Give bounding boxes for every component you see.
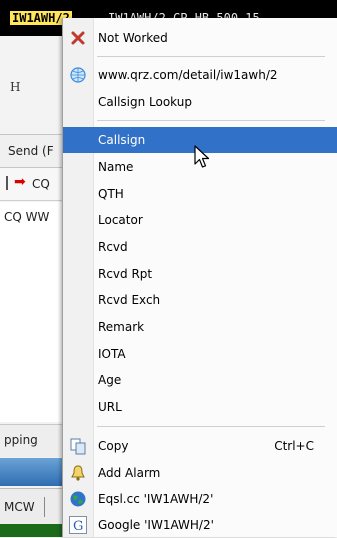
menu-item-locator[interactable]: Locator: [63, 207, 337, 233]
menu-separator: [97, 426, 325, 427]
copy-label: Copy: [98, 439, 129, 453]
menu-item-add-alarm[interactable]: Add Alarm: [63, 460, 337, 486]
field-label: QTH: [98, 187, 124, 201]
send-label: Send (F: [8, 144, 54, 158]
send-button[interactable]: Send (F: [0, 134, 62, 168]
cq-button[interactable]: ➡ CQ: [0, 168, 62, 201]
menu-item-eqsl[interactable]: Eqsl.cc 'IW1AWH/2': [63, 486, 337, 512]
copy-shortcut: Ctrl+C: [274, 439, 314, 453]
add-alarm-label: Add Alarm: [98, 466, 161, 480]
menu-item-url-field[interactable]: URL: [63, 394, 337, 420]
field-label: URL: [98, 400, 122, 414]
stopping-item[interactable]: pping: [0, 424, 62, 457]
mode-label: MCW: [4, 500, 35, 514]
menu-separator: [97, 120, 325, 121]
menu-item-iota[interactable]: IOTA: [63, 341, 337, 367]
toolbar-divider: [6, 176, 8, 190]
cq-label: CQ: [32, 177, 50, 191]
menu-separator: [97, 56, 325, 57]
field-label: Callsign: [98, 133, 146, 147]
callsign-lookup-label: Callsign Lookup: [98, 95, 192, 109]
mode-divider: [44, 497, 45, 517]
eqsl-label: Eqsl.cc 'IW1AWH/2': [98, 492, 214, 506]
menu-item-rcvd-exch[interactable]: Rcvd Exch: [63, 287, 337, 313]
blue-bar: [0, 458, 62, 486]
field-label: Age: [98, 373, 122, 387]
background-panel: [0, 232, 62, 422]
field-label: Locator: [98, 213, 143, 227]
menu-item-url[interactable]: www.qrz.com/detail/iw1awh/2: [63, 62, 337, 88]
google-icon: G: [69, 516, 87, 534]
field-label: Remark: [98, 320, 145, 334]
field-label: IOTA: [98, 347, 126, 361]
menu-item-rcvd[interactable]: Rcvd: [63, 234, 337, 260]
field-label: Rcvd Rpt: [98, 267, 153, 281]
menu-item-google[interactable]: G Google 'IW1AWH/2': [63, 512, 337, 538]
field-label: Rcvd: [98, 240, 128, 254]
bell-icon: [69, 464, 87, 482]
x-icon: [69, 29, 87, 47]
svg-text:G: G: [73, 519, 83, 534]
field-label: Rcvd Exch: [98, 293, 161, 307]
google-label: Google 'IW1AWH/2': [98, 518, 214, 532]
background-h-label: H: [10, 80, 21, 94]
menu-item-copy[interactable]: Copy Ctrl+C: [63, 433, 337, 459]
copy-icon: [69, 437, 87, 455]
menu-item-callsign-lookup[interactable]: Callsign Lookup: [63, 89, 337, 115]
menu-item-rcvd-rpt[interactable]: Rcvd Rpt: [63, 261, 337, 287]
context-menu: Not Worked www.qrz.com/detail/iw1awh/2 C…: [62, 18, 337, 537]
earth-icon: [69, 490, 87, 508]
menu-item-not-worked[interactable]: Not Worked: [63, 25, 337, 51]
field-label: Name: [98, 160, 134, 174]
globe-icon: [69, 66, 87, 84]
cq-ww-label: CQ WW: [4, 210, 50, 224]
not-worked-label: Not Worked: [98, 31, 168, 45]
menu-item-qth[interactable]: QTH: [63, 181, 337, 207]
red-arrow-icon: ➡: [14, 174, 26, 190]
url-label: www.qrz.com/detail/iw1awh/2: [98, 68, 278, 82]
cq-ww-item[interactable]: CQ WW: [0, 202, 62, 232]
mouse-cursor-icon: [193, 144, 213, 173]
menu-item-age[interactable]: Age: [63, 367, 337, 393]
mode-selector[interactable]: MCW: [0, 488, 62, 525]
stopping-label: pping: [4, 433, 38, 447]
menu-item-remark[interactable]: Remark: [63, 314, 337, 340]
